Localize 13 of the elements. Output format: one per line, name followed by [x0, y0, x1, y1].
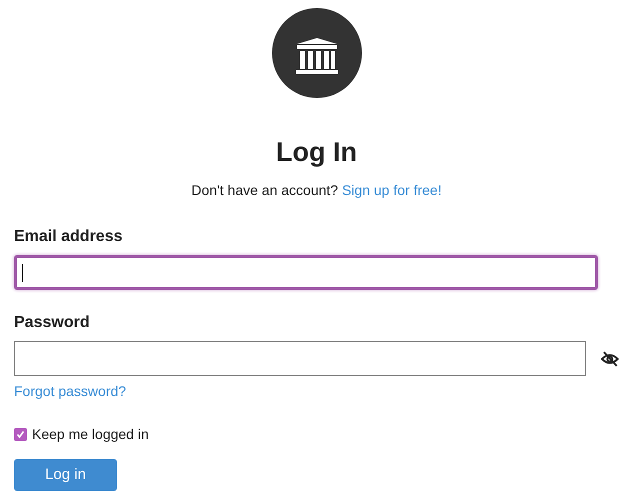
input-field[interactable]: [14, 341, 586, 376]
museum-logo-icon: [272, 8, 362, 98]
hide-password-icon[interactable]: [601, 350, 619, 366]
checkbox-label: Keep me logged in: [32, 425, 149, 444]
forgot-password-link[interactable]: Forgot password?: [14, 381, 126, 402]
keep-logged-in-checkbox[interactable]: [14, 428, 27, 441]
signup-prompt: Don't have an account? Sign up for free!: [190, 181, 443, 200]
page-title: Log In: [275, 136, 358, 168]
input-field[interactable]: [14, 255, 598, 290]
signup-link[interactable]: Sign up for free!: [342, 182, 442, 198]
login-button[interactable]: Log in: [14, 459, 117, 491]
field-label: Email address: [14, 227, 122, 247]
field-label: Password: [14, 313, 90, 333]
